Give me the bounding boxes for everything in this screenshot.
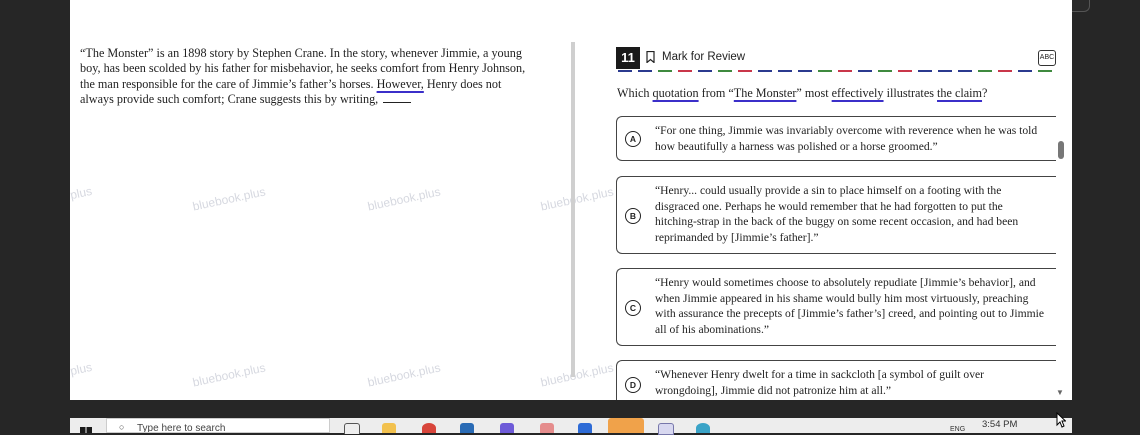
header-dash — [1038, 70, 1052, 72]
copilot-icon[interactable] — [500, 423, 514, 433]
app-icon[interactable] — [460, 423, 474, 433]
header-dash — [798, 70, 812, 72]
header-dash — [658, 70, 672, 72]
bookmark-icon[interactable] — [646, 51, 655, 63]
watermark-text: plus — [70, 183, 94, 203]
choice-text: “Henry... could usually provide a sin to… — [655, 184, 1019, 244]
choice-letter-badge[interactable]: A — [625, 131, 641, 147]
header-dash — [638, 70, 652, 72]
active-app-icon[interactable] — [608, 418, 644, 433]
prompt-underlined-phrase: quotation — [652, 86, 699, 100]
header-dash — [818, 70, 832, 72]
windows-start-icon[interactable] — [80, 427, 92, 433]
app-icon-3[interactable] — [578, 423, 592, 433]
prompt-text: ? — [982, 86, 988, 100]
answer-choice-d[interactable]: D “Whenever Henry dwelt for a time in sac… — [616, 360, 1056, 400]
choice-text: “Whenever Henry dwelt for a time in sack… — [655, 368, 985, 397]
header-dash — [758, 70, 772, 72]
header-dash — [918, 70, 932, 72]
watermark-text: bluebook.plus — [366, 360, 442, 390]
task-view-icon[interactable] — [344, 423, 360, 434]
prompt-text: illustrates — [883, 86, 938, 100]
app-icon-5[interactable] — [696, 423, 710, 433]
header-dash — [738, 70, 752, 72]
choice-letter-badge[interactable]: B — [625, 208, 641, 224]
app-icon-2[interactable] — [540, 423, 554, 433]
taskbar-search-input[interactable]: ○ Type here to search — [106, 418, 330, 433]
answer-choice-c[interactable]: C “Henry would sometimes choose to absolu… — [616, 268, 1056, 346]
watermark-text: bluebook.plus — [191, 360, 267, 390]
prompt-text: ” most — [796, 86, 832, 100]
vertical-scrollbar-thumb[interactable] — [1058, 141, 1064, 159]
mouse-cursor-icon — [1056, 412, 1066, 428]
choice-letter-badge[interactable]: C — [625, 300, 641, 316]
pane-divider[interactable] — [571, 42, 575, 377]
windows-taskbar: ○ Type here to search ENG 3:54 PM — [70, 418, 1072, 435]
choice-letter-badge[interactable]: D — [625, 377, 641, 393]
reading-passage: “The Monster” is an 1898 story by Stephe… — [80, 46, 532, 108]
header-dash — [878, 70, 892, 72]
header-dash — [938, 70, 952, 72]
watermark-text: bluebook.plus — [539, 184, 615, 214]
answer-choice-a[interactable]: A “For one thing, Jimmie was invariably o… — [616, 116, 1056, 161]
question-number: 11 — [616, 47, 640, 69]
header-dash — [958, 70, 972, 72]
header-dash — [998, 70, 1012, 72]
header-dash — [838, 70, 852, 72]
header-dash — [698, 70, 712, 72]
header-dash — [1018, 70, 1032, 72]
chrome-icon[interactable] — [422, 423, 436, 433]
prompt-underlined-phrase: The Monster — [733, 86, 797, 100]
question-header-dashes — [618, 70, 1052, 72]
watermark-text: bluebook.plus — [539, 360, 615, 390]
abc-eliminator-button[interactable]: ABC — [1038, 50, 1056, 66]
mark-for-review-button[interactable]: Mark for Review — [662, 51, 745, 63]
scroll-down-arrow-icon[interactable]: ▼ — [1056, 388, 1064, 397]
passage-highlight: However, — [376, 76, 424, 91]
watermark-text: plus — [70, 359, 94, 379]
system-clock[interactable]: 3:54 PM — [982, 419, 1017, 430]
prompt-text: from “ — [698, 86, 734, 100]
prompt-text: Which — [617, 86, 653, 100]
header-dash — [858, 70, 872, 72]
passage-blank — [383, 102, 412, 104]
choice-text: “Henry would sometimes choose to absolut… — [655, 276, 1045, 336]
question-header: 11 Mark for Review ABC — [616, 47, 1056, 69]
search-icon: ○ — [119, 422, 125, 432]
header-dash — [778, 70, 792, 72]
question-prompt: Which quotation from “The Monster” most … — [617, 86, 987, 101]
prompt-underlined-phrase: the claim — [937, 86, 983, 100]
test-app-window: plus bluebook.plus bluebook.plus bluebook.p… — [70, 0, 1072, 400]
choice-text: “For one thing, Jimmie was invariably ov… — [655, 124, 1038, 153]
app-icon-4[interactable] — [658, 423, 674, 435]
header-dash — [618, 70, 632, 72]
language-indicator[interactable]: ENG — [950, 426, 965, 433]
watermark-text: bluebook.plus — [366, 184, 442, 214]
file-explorer-icon[interactable] — [382, 423, 396, 433]
header-dash — [678, 70, 692, 72]
header-dash — [718, 70, 732, 72]
watermark-text: bluebook.plus — [191, 184, 267, 214]
header-dash — [978, 70, 992, 72]
answer-choice-b[interactable]: B “Henry... could usually provide a sin t… — [616, 176, 1056, 254]
prompt-underlined-phrase: effectively — [831, 86, 884, 100]
header-dash — [898, 70, 912, 72]
